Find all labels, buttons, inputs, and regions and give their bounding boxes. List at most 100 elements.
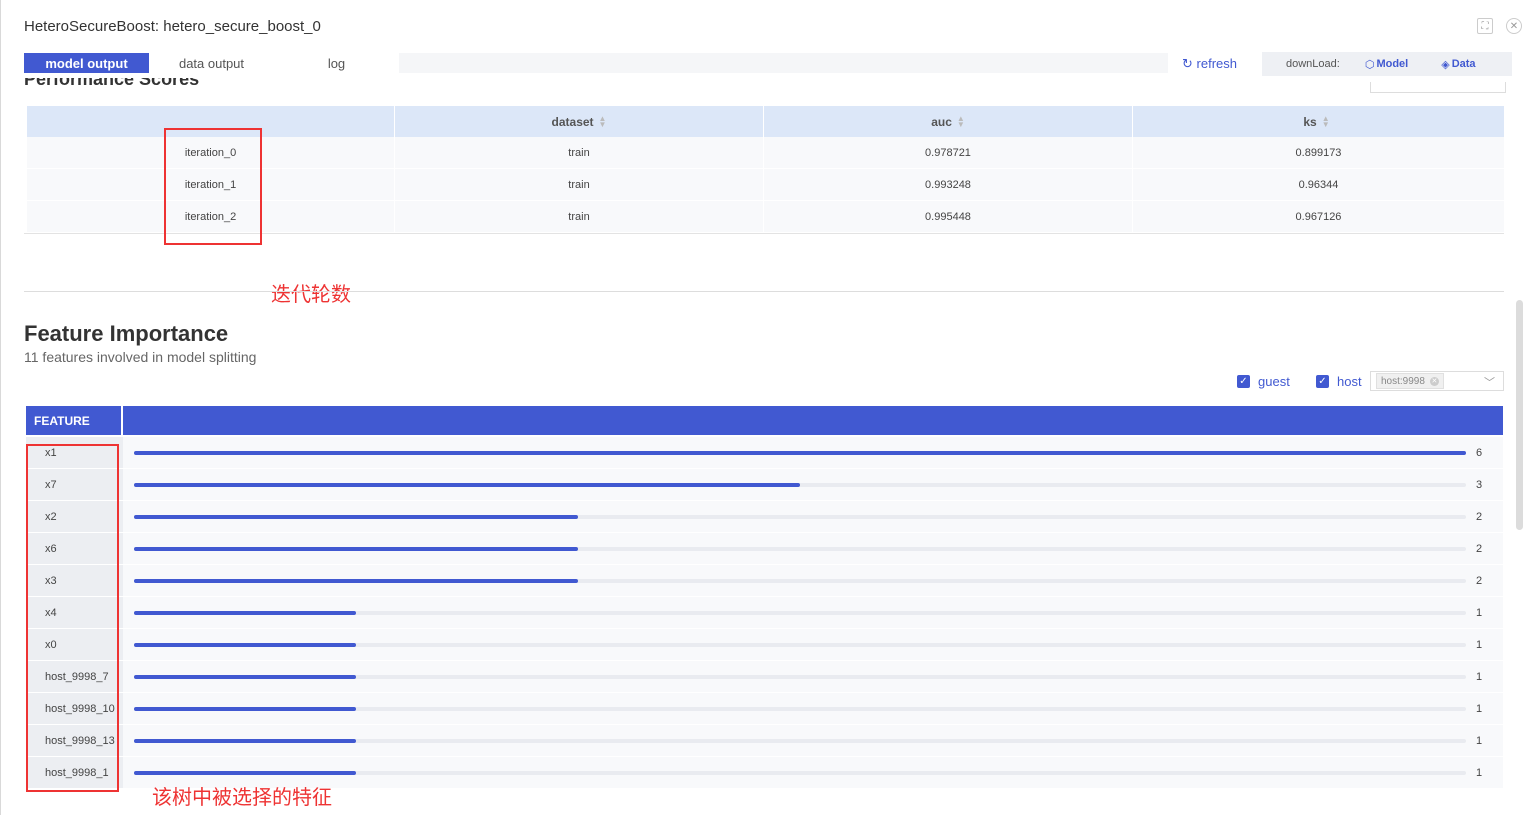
download-label: downLoad: [1286, 58, 1340, 70]
importance-bar [134, 451, 1466, 455]
importance-value: 1 [1476, 702, 1483, 715]
bar-track [134, 675, 1466, 679]
feature-importance-subtitle: 11 features involved in model splitting [24, 349, 257, 365]
bar-track [134, 771, 1466, 775]
section-divider [24, 291, 1504, 292]
importance-bar [134, 771, 356, 775]
feature-row: x3 2 [26, 565, 1503, 597]
importance-value: 3 [1476, 478, 1483, 491]
bar-track [134, 483, 1466, 487]
feature-row: host_9998_10 1 [26, 693, 1503, 725]
tab-bar-filler [399, 53, 1168, 73]
importance-value: 1 [1476, 670, 1483, 683]
cell-dataset: train [394, 137, 763, 169]
importance-bar [134, 547, 578, 551]
bar-track [134, 547, 1466, 551]
download-model-button[interactable]: ⬡ Model [1365, 58, 1408, 71]
refresh-button[interactable]: ↻ refresh [1182, 56, 1237, 72]
tab-log[interactable]: log [274, 53, 399, 73]
importance-bar [134, 739, 356, 743]
check-icon: ✓ [1316, 375, 1329, 388]
tab-data-output[interactable]: data output [149, 53, 274, 73]
features-annotation: 该树中被选择的特征 [152, 785, 332, 809]
guest-checkbox[interactable]: ✓ guest [1237, 374, 1290, 389]
check-icon: ✓ [1237, 375, 1250, 388]
feature-column-header: FEATURE [26, 406, 123, 435]
bar-track [134, 739, 1466, 743]
feature-row: x0 1 [26, 629, 1503, 661]
host-tag: host:9998 ✕ [1376, 373, 1444, 389]
importance-value: 1 [1476, 766, 1483, 779]
model-icon: ⬡ [1364, 58, 1375, 71]
feature-importance-chart: x1 6 x7 3 x2 2 x6 2 x3 2 x4 1 x0 1 host_9998_7 1 host_99… [26, 437, 1503, 789]
host-label: host [1337, 374, 1362, 389]
header-ks-label: ks [1303, 114, 1317, 129]
feature-row: host_9998_7 1 [26, 661, 1503, 693]
bar-track [134, 611, 1466, 615]
fullscreen-icon[interactable]: ⛶ [1477, 18, 1493, 34]
close-icon[interactable]: ✕ [1506, 18, 1522, 34]
bar-track [134, 643, 1466, 647]
sort-icon[interactable]: ▲ ▼ [599, 114, 607, 128]
importance-value: 2 [1476, 542, 1483, 555]
header-dataset[interactable]: dataset ▲ ▼ [394, 106, 763, 137]
importance-bar [134, 707, 356, 711]
download-data-label: Data [1451, 58, 1476, 70]
importance-value: 1 [1476, 638, 1483, 651]
header-ks[interactable]: ks ▲ ▼ [1132, 106, 1500, 137]
importance-bar [134, 515, 578, 519]
cell-auc: 0.993248 [763, 169, 1132, 201]
importance-value: 6 [1476, 446, 1483, 459]
feature-highlight-box [26, 444, 119, 792]
tab-model-output[interactable]: model output [24, 53, 149, 73]
chevron-down-icon[interactable]: ﹀ [1484, 374, 1495, 390]
header-auc[interactable]: auc ▲ ▼ [763, 106, 1132, 137]
refresh-label: refresh [1196, 56, 1237, 71]
feature-row: x2 2 [26, 501, 1503, 533]
tag-remove-icon[interactable]: ✕ [1429, 376, 1439, 386]
sort-icon[interactable]: ▲ ▼ [957, 114, 965, 128]
vertical-scrollbar[interactable] [1516, 300, 1523, 530]
host-party-select[interactable]: host:9998 ✕ ﹀ [1370, 371, 1504, 391]
feature-table-header: FEATURE [26, 406, 1503, 435]
refresh-icon: ↻ [1182, 56, 1193, 71]
cell-dataset: train [394, 169, 763, 201]
importance-bar [134, 675, 356, 679]
bar-track [134, 707, 1466, 711]
bar-track [134, 579, 1466, 583]
bar-track [134, 515, 1466, 519]
download-bar: downLoad: ⬡ Model ◈ Data [1262, 52, 1512, 76]
header-dataset-label: dataset [551, 114, 594, 129]
data-icon: ◈ [1441, 58, 1450, 71]
importance-bar [134, 483, 800, 487]
feature-row: host_9998_13 1 [26, 725, 1503, 757]
cell-ks: 0.96344 [1132, 169, 1504, 201]
bar-track [134, 451, 1466, 455]
sort-icon[interactable]: ▲ ▼ [1322, 114, 1330, 128]
feature-row: x4 1 [26, 597, 1503, 629]
importance-value: 2 [1476, 574, 1483, 587]
performance-section-title-clipped: Performance Scores [24, 78, 200, 89]
iteration-highlight-box [164, 128, 262, 245]
host-tag-label: host:9998 [1381, 375, 1425, 387]
cell-dataset: train [394, 201, 763, 233]
performance-select-clipped[interactable] [1370, 82, 1506, 93]
download-data-button[interactable]: ◈ Data [1441, 58, 1475, 71]
feature-importance-title: Feature Importance [24, 321, 229, 346]
modal-title: HeteroSecureBoost: hetero_secure_boost_0 [24, 18, 321, 35]
importance-bar [134, 611, 356, 615]
cell-ks: 0.899173 [1132, 137, 1504, 169]
cell-auc: 0.978721 [763, 137, 1132, 169]
cell-ks: 0.967126 [1132, 201, 1504, 233]
importance-value: 1 [1476, 734, 1483, 747]
feature-row: x6 2 [26, 533, 1503, 565]
importance-bar [134, 579, 578, 583]
header-auc-label: auc [931, 114, 952, 129]
guest-label: guest [1258, 374, 1290, 389]
iterations-annotation: 迭代轮数 [271, 282, 351, 306]
download-model-label: Model [1376, 58, 1409, 70]
importance-bar [134, 643, 356, 647]
host-checkbox[interactable]: ✓ host [1316, 374, 1362, 389]
importance-value: 1 [1476, 606, 1483, 619]
feature-row: x1 6 [26, 437, 1503, 469]
